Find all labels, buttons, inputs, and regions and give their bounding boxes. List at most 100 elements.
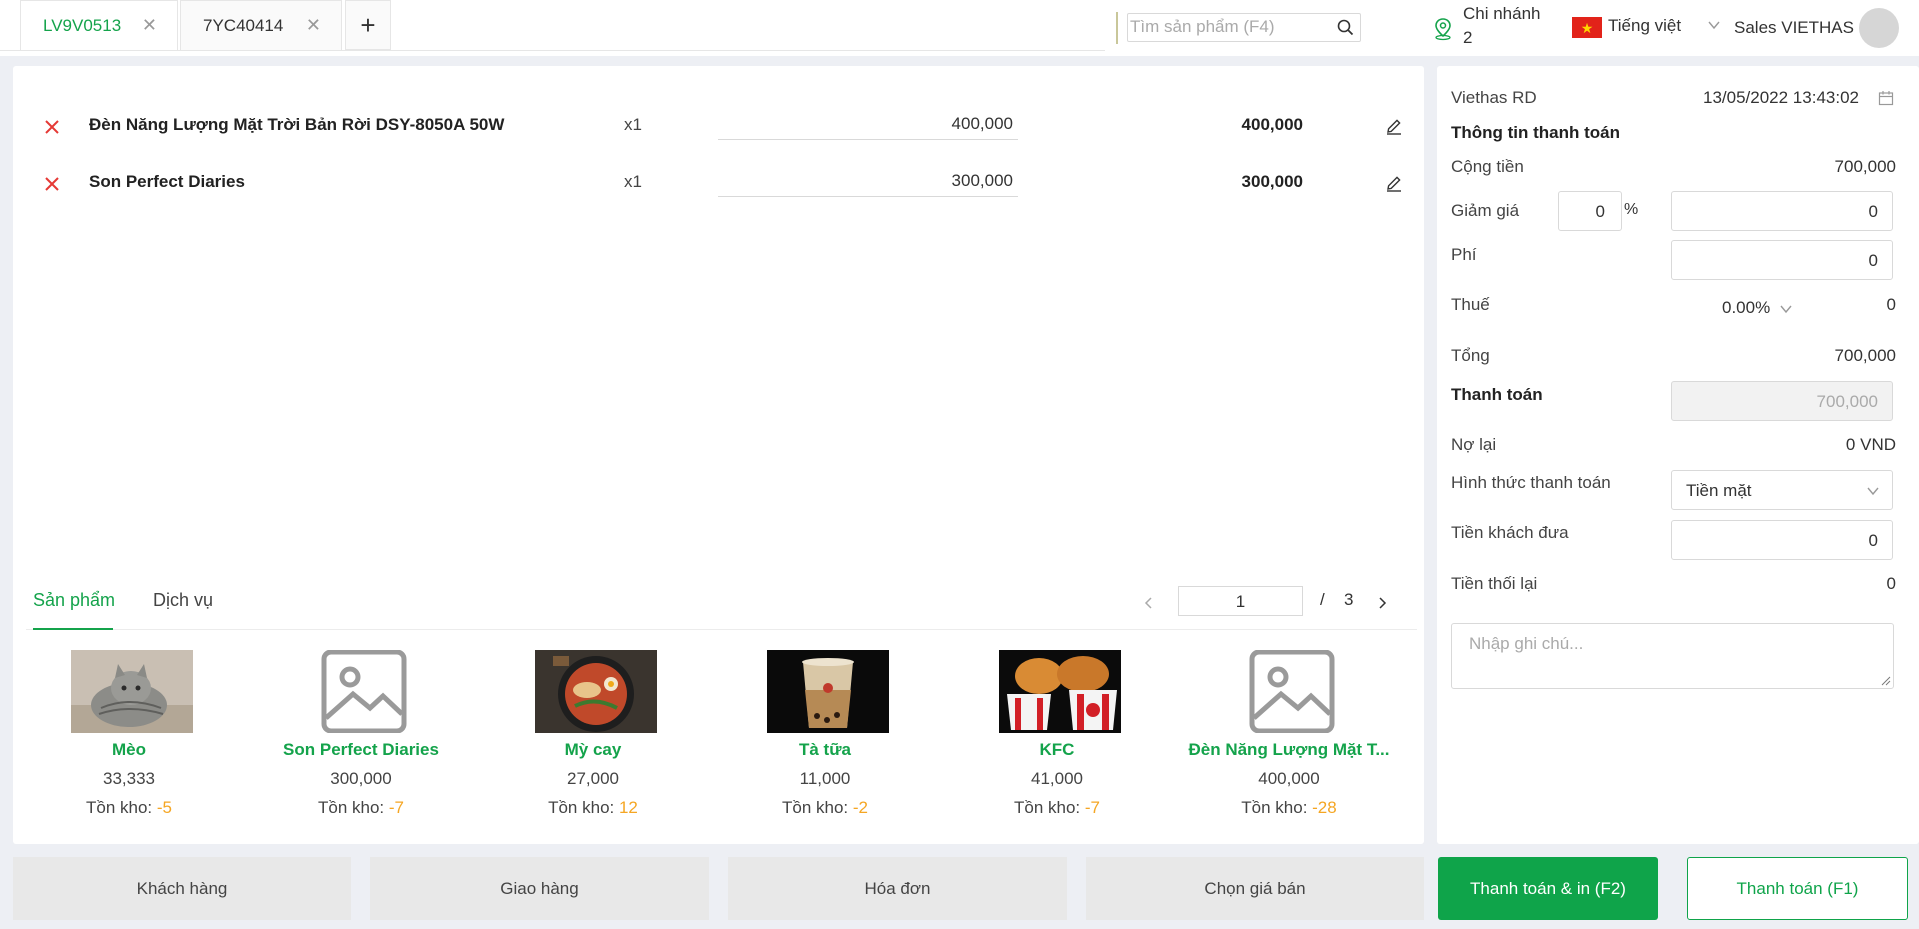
order-datetime: 13/05/2022 13:43:02: [1703, 88, 1859, 107]
page-total: 3: [1344, 590, 1354, 609]
delete-icon[interactable]: [43, 175, 61, 193]
invoice-button[interactable]: Hóa đơn: [728, 857, 1067, 920]
tax-rate-select[interactable]: 0.00%: [1722, 298, 1770, 318]
debt-value: 0 VND: [1845, 435, 1896, 454]
percent-sign: %: [1624, 201, 1639, 218]
edit-icon[interactable]: [1385, 174, 1403, 192]
change-value: 0: [1886, 574, 1896, 593]
tax-label: Thuế: [1451, 295, 1490, 314]
cart-row: Son Perfect Diaries x1 300,000 300,000: [13, 159, 1424, 215]
pay-button[interactable]: Thanh toán (F1): [1687, 857, 1908, 920]
select-price-button[interactable]: Chọn giá bán: [1086, 857, 1424, 920]
product-price: 11,000: [799, 769, 851, 788]
branch-selector[interactable]: Chi nhánh 2: [1463, 2, 1541, 50]
product-name: KFC: [1039, 740, 1075, 759]
add-tab-button[interactable]: +: [345, 0, 391, 50]
product-name: Tà tữa: [799, 740, 851, 759]
delete-icon[interactable]: [43, 118, 61, 136]
subtotal-value: 700,000: [1834, 157, 1896, 176]
tab-order-2[interactable]: 7YC40414 ✕: [180, 0, 342, 50]
cart-item-total: 300,000: [1241, 172, 1303, 191]
active-tab-indicator: [33, 628, 113, 630]
cash-given-label: Tiền khách đưa: [1451, 523, 1569, 542]
note-placeholder: Nhập ghi chú...: [1469, 634, 1584, 653]
image-placeholder-icon: [303, 650, 425, 733]
store-name: Viethas RD: [1451, 88, 1537, 107]
total-label: Tổng: [1451, 346, 1490, 365]
product-card[interactable]: Mỳ cay 27,000 Tồn kho: 12: [477, 650, 709, 820]
change-label: Tiền thối lại: [1451, 574, 1538, 593]
tab-products[interactable]: Sản phẩm: [33, 590, 115, 611]
cart-item-qty[interactable]: x1: [624, 115, 642, 135]
cart-item-qty[interactable]: x1: [624, 172, 642, 192]
discount-amount-input[interactable]: 0: [1671, 191, 1893, 231]
chevron-down-icon[interactable]: [1779, 302, 1793, 316]
language-selector[interactable]: Tiếng việt: [1608, 16, 1681, 36]
product-card[interactable]: KFC 41,000 Tồn kho: -7: [941, 650, 1173, 820]
tab-divider: [26, 629, 1417, 630]
page-separator: /: [1320, 590, 1325, 609]
discount-percent-input[interactable]: 0: [1558, 191, 1622, 231]
product-name: Son Perfect Diaries: [283, 740, 439, 759]
fee-input[interactable]: 0: [1671, 240, 1893, 280]
tab-services[interactable]: Dịch vụ: [153, 590, 213, 611]
chevron-right-icon[interactable]: [1375, 596, 1389, 610]
branch-label: Chi nhánh: [1463, 4, 1541, 23]
branch-number: 2: [1463, 28, 1473, 47]
cash-given-input[interactable]: 0: [1671, 520, 1893, 560]
note-textarea[interactable]: Nhập ghi chú...: [1451, 623, 1894, 689]
top-bar: LV9V0513 ✕ 7YC40414 ✕ + Chi nhánh 2 ★ Ti…: [0, 0, 1919, 56]
payment-method-value: Tiền mặt: [1686, 481, 1752, 500]
chevron-left-icon[interactable]: [1142, 596, 1156, 610]
product-price: 27,000: [567, 769, 619, 788]
search-box: [1127, 13, 1361, 42]
close-icon[interactable]: ✕: [142, 16, 157, 34]
resize-handle-icon[interactable]: [1881, 676, 1891, 686]
tab-label: 7YC40414: [203, 15, 284, 35]
pay-and-print-button[interactable]: Thanh toán & in (F2): [1438, 857, 1658, 920]
cart-item-price[interactable]: 400,000: [718, 106, 1018, 140]
pay-label: Thanh toán: [1451, 385, 1543, 404]
close-icon[interactable]: ✕: [306, 16, 321, 34]
product-image-noodle: [535, 650, 657, 733]
product-price: 33,333: [103, 769, 155, 788]
divider: [1116, 12, 1118, 44]
tab-order-1[interactable]: LV9V0513 ✕: [20, 0, 178, 50]
product-card[interactable]: Son Perfect Diaries 300,000 Tồn kho: -7: [245, 650, 477, 820]
product-stock: Tồn kho: 12: [548, 798, 638, 817]
cart-item-price[interactable]: 300,000: [718, 163, 1018, 197]
product-image-cat: [71, 650, 193, 733]
product-card[interactable]: Tà tữa 11,000 Tồn kho: -2: [709, 650, 941, 820]
page-number-input[interactable]: 1: [1178, 586, 1303, 616]
product-image-kfc: [999, 650, 1121, 733]
tab-divider: [0, 50, 1105, 51]
product-name: Mỳ cay: [564, 740, 622, 759]
product-stock: Tồn kho: -5: [86, 798, 172, 817]
cart-row: Đèn Năng Lượng Mặt Trời Bản Rời DSY-8050…: [13, 102, 1424, 158]
customer-button[interactable]: Khách hàng: [13, 857, 351, 920]
debt-label: Nợ lại: [1451, 435, 1497, 454]
order-panel: Đèn Năng Lượng Mặt Trời Bản Rời DSY-8050…: [13, 66, 1424, 844]
plus-icon: +: [360, 9, 376, 40]
pay-amount-field: 700,000: [1671, 381, 1893, 421]
delivery-button[interactable]: Giao hàng: [370, 857, 709, 920]
edit-icon[interactable]: [1385, 117, 1403, 135]
chevron-down-icon[interactable]: [1707, 18, 1721, 32]
calendar-icon[interactable]: [1878, 90, 1894, 106]
product-card[interactable]: Đèn Năng Lượng Mặt T... 400,000 Tồn kho:…: [1173, 650, 1405, 820]
search-icon[interactable]: [1337, 19, 1354, 36]
product-stock: Tồn kho: -28: [1241, 798, 1337, 817]
product-stock: Tồn kho: -2: [782, 798, 868, 817]
chevron-down-icon: [1867, 487, 1879, 496]
user-name[interactable]: Sales VIETHAS: [1734, 18, 1854, 38]
payment-method-label: Hình thức thanh toán: [1451, 473, 1611, 492]
payment-method-select[interactable]: Tiền mặt: [1671, 470, 1893, 510]
avatar[interactable]: [1859, 8, 1899, 48]
product-card[interactable]: Mèo 33,333 Tồn kho: -5: [13, 650, 245, 820]
image-placeholder-icon: [1231, 650, 1353, 733]
total-value: 700,000: [1834, 346, 1896, 365]
cart-item-name: Son Perfect Diaries: [89, 172, 245, 191]
search-input[interactable]: [1128, 14, 1328, 40]
cart-item-name: Đèn Năng Lượng Mặt Trời Bản Rời DSY-8050…: [89, 115, 505, 134]
product-image-milk-tea: [767, 650, 889, 733]
